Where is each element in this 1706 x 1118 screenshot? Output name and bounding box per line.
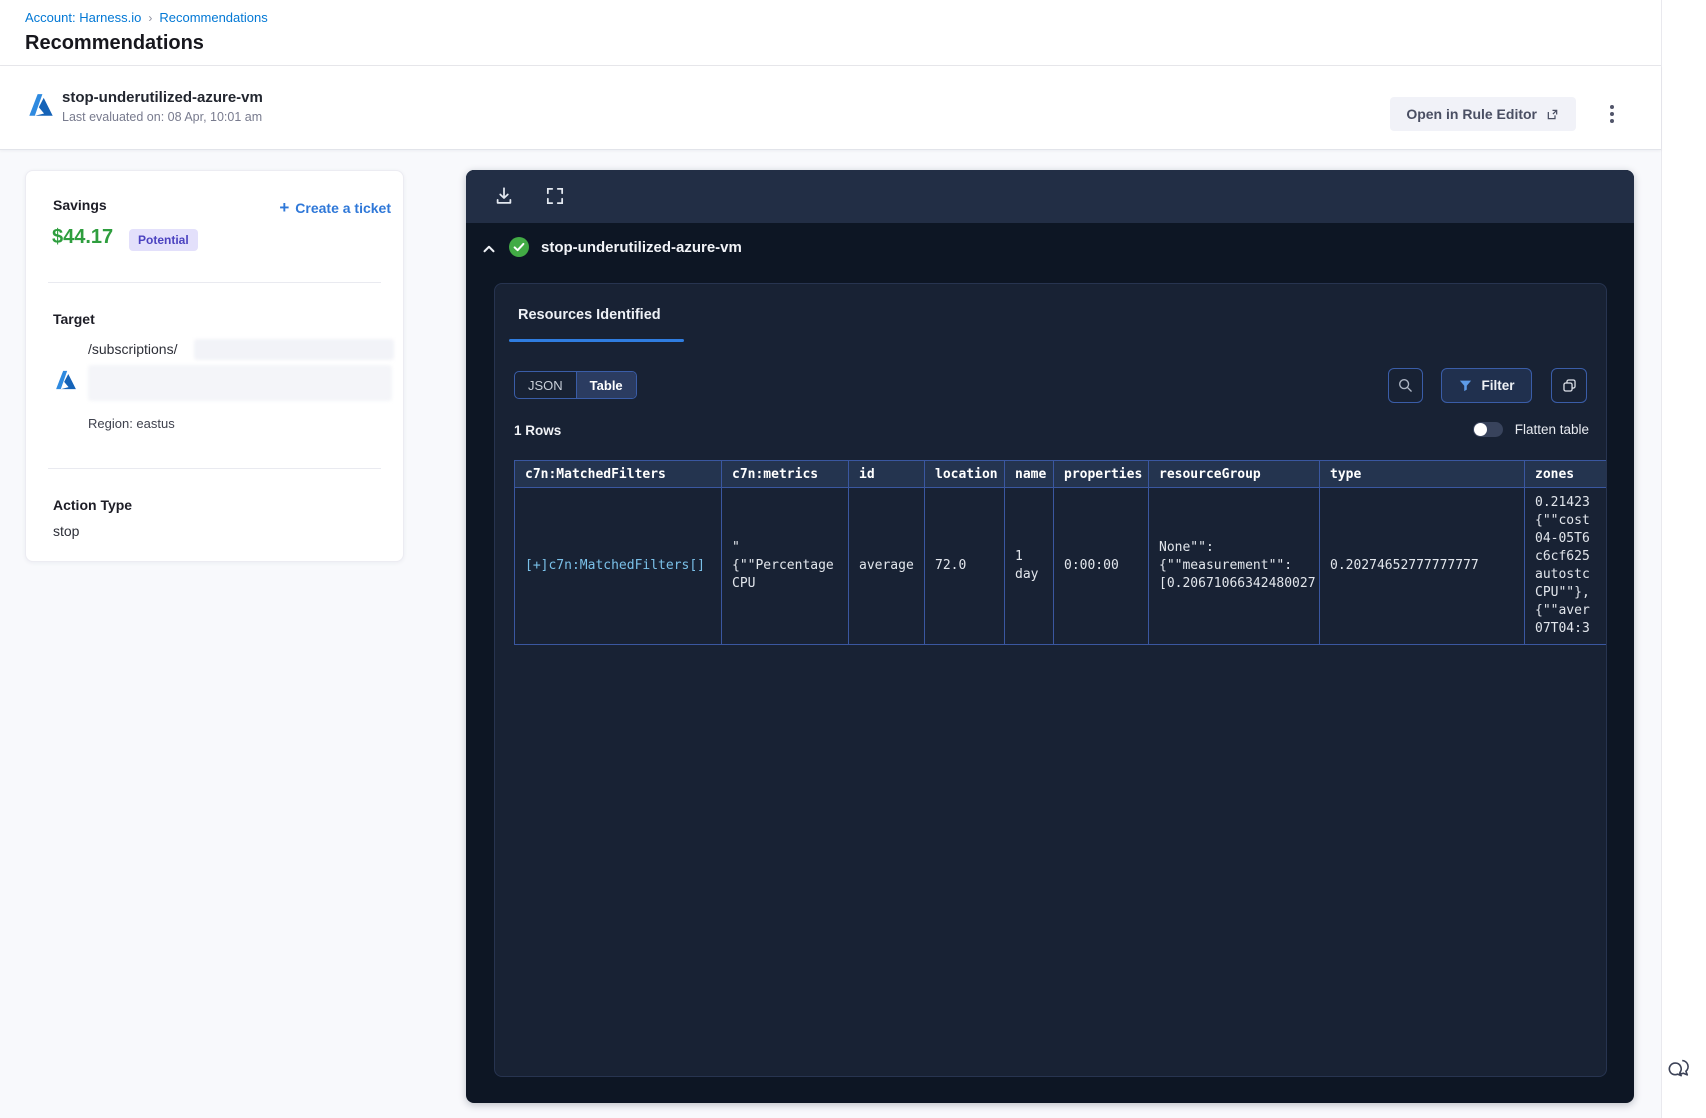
copy-icon [1562,379,1576,392]
funnel-icon [1460,380,1472,392]
breadcrumb: Account: Harness.io › Recommendations [25,10,268,25]
recommendation-header: stop-underutilized-azure-vm Last evaluat… [0,66,1661,150]
column-header-id: id [848,460,925,488]
target-label: Target [53,311,95,327]
column-header-c7n:MatchedFilters: c7n:MatchedFilters [514,460,722,488]
resources-table-wrapper: c7n:MatchedFilters c7n:metrics id location n… [514,460,1606,645]
panel-title: stop-underutilized-azure-vm [541,239,742,256]
table-cell-c7n:metrics: " {""Percentage CPU [721,487,849,645]
rows-count: 1 Rows [514,423,562,438]
column-header-resourceGroup: resourceGroup [1148,460,1320,488]
breadcrumb-account-link[interactable]: Account: Harness.io [25,10,141,25]
azure-logo-icon [56,370,76,390]
breadcrumb-separator: › [148,11,153,25]
table-row: [+]c7n:MatchedFilters[] " {""Percentage C… [514,487,1606,645]
copy-button[interactable] [1551,368,1587,403]
column-header-name: name [1004,460,1054,488]
view-toggle-table[interactable]: Table [575,372,636,398]
column-header-properties: properties [1053,460,1149,488]
open-in-rule-editor-button[interactable]: Open in Rule Editor [1390,97,1576,131]
action-type-label: Action Type [53,497,133,513]
redacted-text-blur [194,339,394,360]
table-cell-properties: 0:00:00 [1053,487,1149,645]
column-header-type: type [1319,460,1525,488]
savings-label: Savings [53,197,107,213]
savings-amount: $44.17 [52,226,114,248]
tab-active-underline [509,339,684,342]
external-link-icon [1547,109,1558,119]
action-type-value: stop [53,523,80,539]
success-check-icon [509,237,529,257]
resources-card: Resources Identified JSON Table Filter 1… [494,283,1607,1077]
view-toggle: JSON Table [514,371,637,399]
redacted-text-blur [88,365,392,401]
last-evaluated-text: Last evaluated on: 08 Apr, 10:01 am [62,110,263,124]
flatten-table-toggle[interactable] [1472,422,1503,437]
table-cell-zones: 0.21423 {""cost 04-05T6 c6cf625 autostc … [1524,487,1606,645]
fullscreen-icon[interactable] [544,185,568,209]
flatten-table-control: Flatten table [1472,422,1589,437]
recommendation-name: stop-underutilized-azure-vm [62,89,263,106]
divider [48,468,381,469]
table-cell-type: 0.20274652777777777 [1319,487,1525,645]
matched-filters-expander[interactable]: [+]c7n:MatchedFilters[] [514,487,722,645]
table-cell-id: average [848,487,925,645]
table-cell-location: 72.0 [924,487,1005,645]
results-panel: stop-underutilized-azure-vm Resources Id… [466,170,1634,1103]
search-button[interactable] [1388,368,1423,403]
azure-logo-icon [29,94,53,116]
search-icon [1399,379,1412,392]
tab-resources-identified[interactable]: Resources Identified [518,307,661,323]
download-icon[interactable] [493,185,517,209]
page-title: Recommendations [25,32,204,54]
top-bar: Account: Harness.io › Recommendations Reco… [0,0,1661,66]
filter-button[interactable]: Filter [1441,368,1532,403]
table-cell-resourceGroup: None"": {""measurement"": [0.20671066342… [1148,487,1320,645]
app-content: Account: Harness.io › Recommendations Reco… [0,0,1662,1118]
more-options-menu[interactable] [1603,100,1621,128]
filter-label: Filter [1481,378,1515,393]
target-region: Region: eastus [88,416,175,431]
breadcrumb-current-link[interactable]: Recommendations [159,10,267,25]
column-header-location: location [924,460,1005,488]
view-toggle-json[interactable]: JSON [515,372,576,398]
create-ticket-label: Create a ticket [295,200,391,216]
chat-help-icon[interactable] [1665,1055,1693,1083]
potential-badge: Potential [129,229,198,251]
panel-header-row: stop-underutilized-azure-vm [466,223,1634,283]
column-header-c7n:metrics: c7n:metrics [721,460,849,488]
create-ticket-button[interactable]: + Create a ticket [279,198,391,217]
column-header-zones: zones [1524,460,1606,488]
divider [48,282,381,283]
table-cell-name: 1 day [1004,487,1054,645]
chevron-up-icon[interactable] [480,240,498,258]
panel-toolbar [466,170,1634,223]
target-path: /subscriptions/ [88,341,178,357]
plus-icon: + [279,198,290,217]
flatten-table-label: Flatten table [1514,422,1589,437]
savings-card: Savings + Create a ticket $44.17 Potenti… [25,170,404,562]
open-in-rule-editor-label: Open in Rule Editor [1406,106,1537,122]
resources-table: c7n:MatchedFilters c7n:metrics id location n… [514,460,1606,645]
